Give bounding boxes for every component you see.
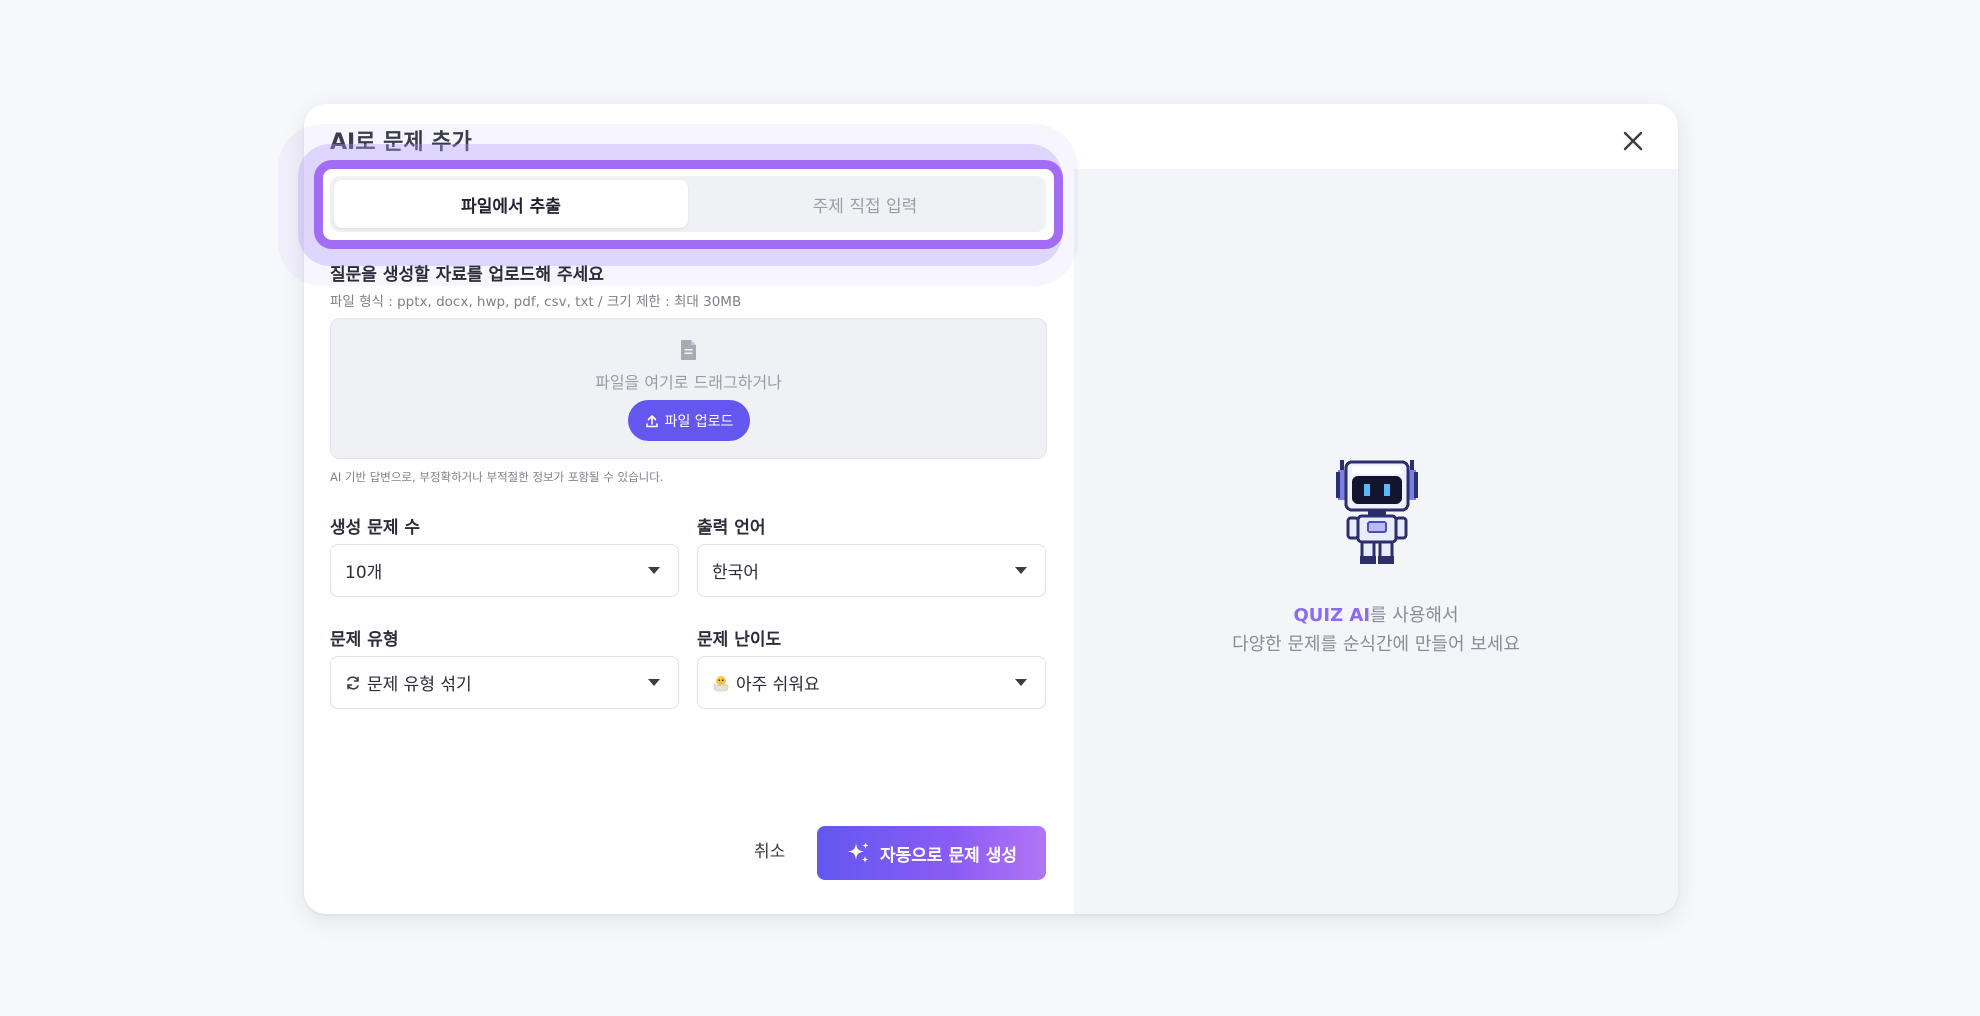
upload-format-info: 파일 형식 : pptx, docx, hwp, pdf, csv, txt /… bbox=[330, 294, 742, 310]
difficulty-select[interactable]: 아주 쉬워요 bbox=[697, 656, 1046, 709]
chevron-down-icon bbox=[1015, 567, 1027, 574]
difficulty-label: 문제 난이도 bbox=[697, 630, 782, 650]
tab-file-extract[interactable]: 파일에서 추출 bbox=[334, 180, 688, 228]
count-select[interactable]: 10개 bbox=[330, 544, 679, 597]
source-tabs: 파일에서 추출 주제 직접 입력 bbox=[330, 176, 1046, 232]
count-label: 생성 문제 수 bbox=[330, 518, 421, 538]
difficulty-value: 아주 쉬워요 bbox=[736, 675, 820, 695]
promo-line-1-rest: 를 사용해서 bbox=[1370, 605, 1459, 626]
file-upload-button[interactable]: 파일 업로드 bbox=[628, 400, 750, 441]
type-select[interactable]: 문제 유형 섞기 bbox=[330, 656, 679, 709]
file-icon bbox=[681, 340, 696, 360]
chevron-down-icon bbox=[1015, 679, 1027, 686]
upload-button-label: 파일 업로드 bbox=[664, 413, 734, 430]
language-label: 출력 언어 bbox=[697, 518, 766, 538]
tab-topic-input[interactable]: 주제 직접 입력 bbox=[688, 180, 1042, 228]
upload-icon bbox=[645, 414, 658, 427]
chevron-down-icon bbox=[648, 567, 660, 574]
sparkle-icon bbox=[848, 842, 870, 863]
drop-instruction: 파일을 여기로 드래그하거나 bbox=[595, 373, 782, 392]
cancel-button[interactable]: 취소 bbox=[754, 837, 785, 862]
close-button[interactable] bbox=[1616, 124, 1650, 158]
hatching-chick-icon bbox=[713, 675, 729, 691]
language-value: 한국어 bbox=[712, 563, 759, 583]
promo-accent: QUIZ AI bbox=[1293, 605, 1371, 626]
language-select[interactable]: 한국어 bbox=[697, 544, 1046, 597]
generate-button[interactable]: 자동으로 문제 생성 bbox=[817, 826, 1046, 880]
chevron-down-icon bbox=[648, 679, 660, 686]
robot-mascot-illustration bbox=[1336, 460, 1418, 564]
type-label: 문제 유형 bbox=[330, 630, 399, 650]
type-value: 문제 유형 섞기 bbox=[367, 675, 472, 695]
promo-line-1: QUIZ AI를 사용해서 bbox=[1176, 601, 1576, 630]
refresh-icon bbox=[347, 675, 359, 690]
upload-title: 질문을 생성할 자료를 업로드해 주세요 bbox=[330, 265, 604, 285]
file-dropzone[interactable]: 파일을 여기로 드래그하거나 파일 업로드 bbox=[330, 318, 1047, 459]
ai-disclaimer: AI 기반 답변으로, 부정확하거나 부적절한 정보가 포함될 수 있습니다. bbox=[330, 470, 664, 484]
promo-line-2: 다양한 문제를 순식간에 만들어 보세요 bbox=[1232, 634, 1520, 655]
close-icon bbox=[1623, 131, 1643, 151]
promo-text: QUIZ AI를 사용해서 다양한 문제를 순식간에 만들어 보세요 bbox=[1176, 601, 1576, 659]
count-value: 10개 bbox=[345, 563, 383, 583]
generate-button-label: 자동으로 문제 생성 bbox=[880, 845, 1017, 866]
